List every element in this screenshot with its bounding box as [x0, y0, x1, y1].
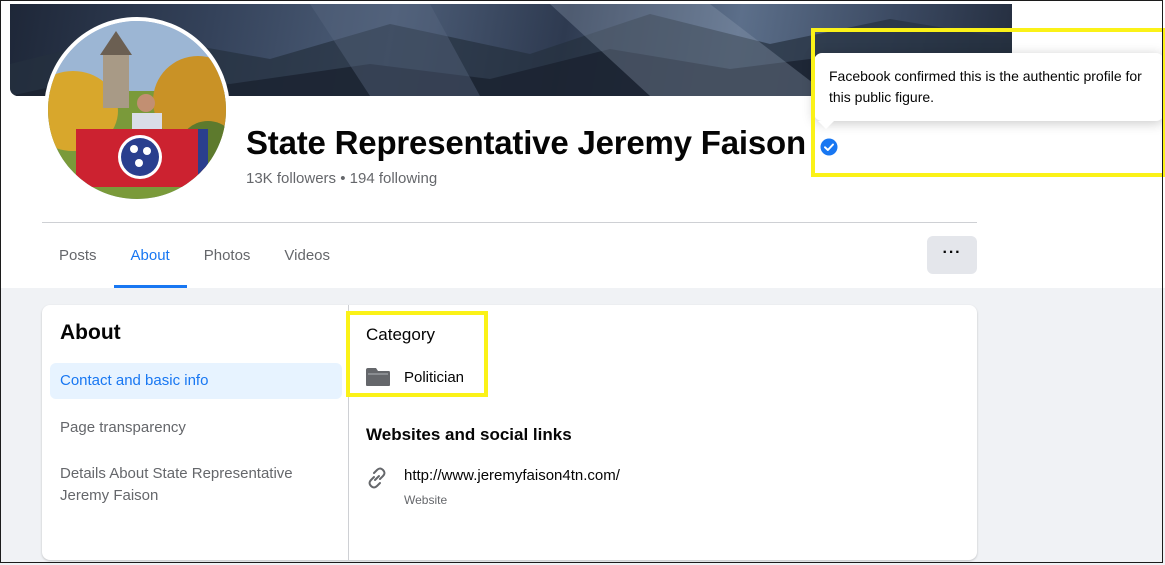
websites-heading: Websites and social links — [366, 425, 572, 444]
profile-tabs: Posts About Photos Videos — [42, 236, 347, 288]
sidebar-item-label: Contact and basic info — [60, 372, 209, 389]
tab-videos[interactable]: Videos — [267, 236, 347, 288]
verified-badge-icon[interactable] — [820, 138, 838, 156]
category-value[interactable]: Politician — [404, 369, 464, 386]
sidebar-item-contact-info[interactable]: Contact and basic info — [50, 363, 342, 399]
follow-stats[interactable]: 13K followers • 194 following — [246, 170, 437, 187]
tab-about[interactable]: About — [113, 236, 187, 288]
link-icon — [368, 467, 386, 489]
about-sidebar: About Contact and basic info Page transp… — [42, 305, 349, 560]
about-card: About Contact and basic info Page transp… — [42, 305, 977, 560]
sidebar-item-page-transparency[interactable]: Page transparency — [50, 410, 342, 446]
header-divider — [42, 222, 977, 223]
about-heading: About — [60, 321, 121, 344]
tooltip-arrow — [818, 121, 834, 129]
sidebar-item-label: Details About State Representative Jerem… — [60, 465, 293, 504]
sidebar-item-details[interactable]: Details About State Representative Jerem… — [50, 461, 332, 507]
profile-header: State Representative Jeremy Faison 13K f… — [0, 0, 1165, 288]
category-icon — [366, 368, 390, 386]
profile-avatar[interactable] — [44, 17, 230, 203]
category-heading: Category — [366, 325, 435, 344]
verified-tooltip: Facebook confirmed this is the authentic… — [814, 53, 1164, 121]
more-options-button[interactable]: ··· — [927, 236, 977, 274]
page-title: State Representative Jeremy Faison — [246, 124, 806, 161]
sidebar-item-label: Page transparency — [60, 419, 186, 436]
website-type-label: Website — [404, 493, 448, 507]
tab-posts[interactable]: Posts — [42, 236, 114, 288]
tab-photos[interactable]: Photos — [187, 236, 268, 288]
website-link[interactable]: http://www.jeremyfaison4tn.com/ — [404, 467, 620, 484]
